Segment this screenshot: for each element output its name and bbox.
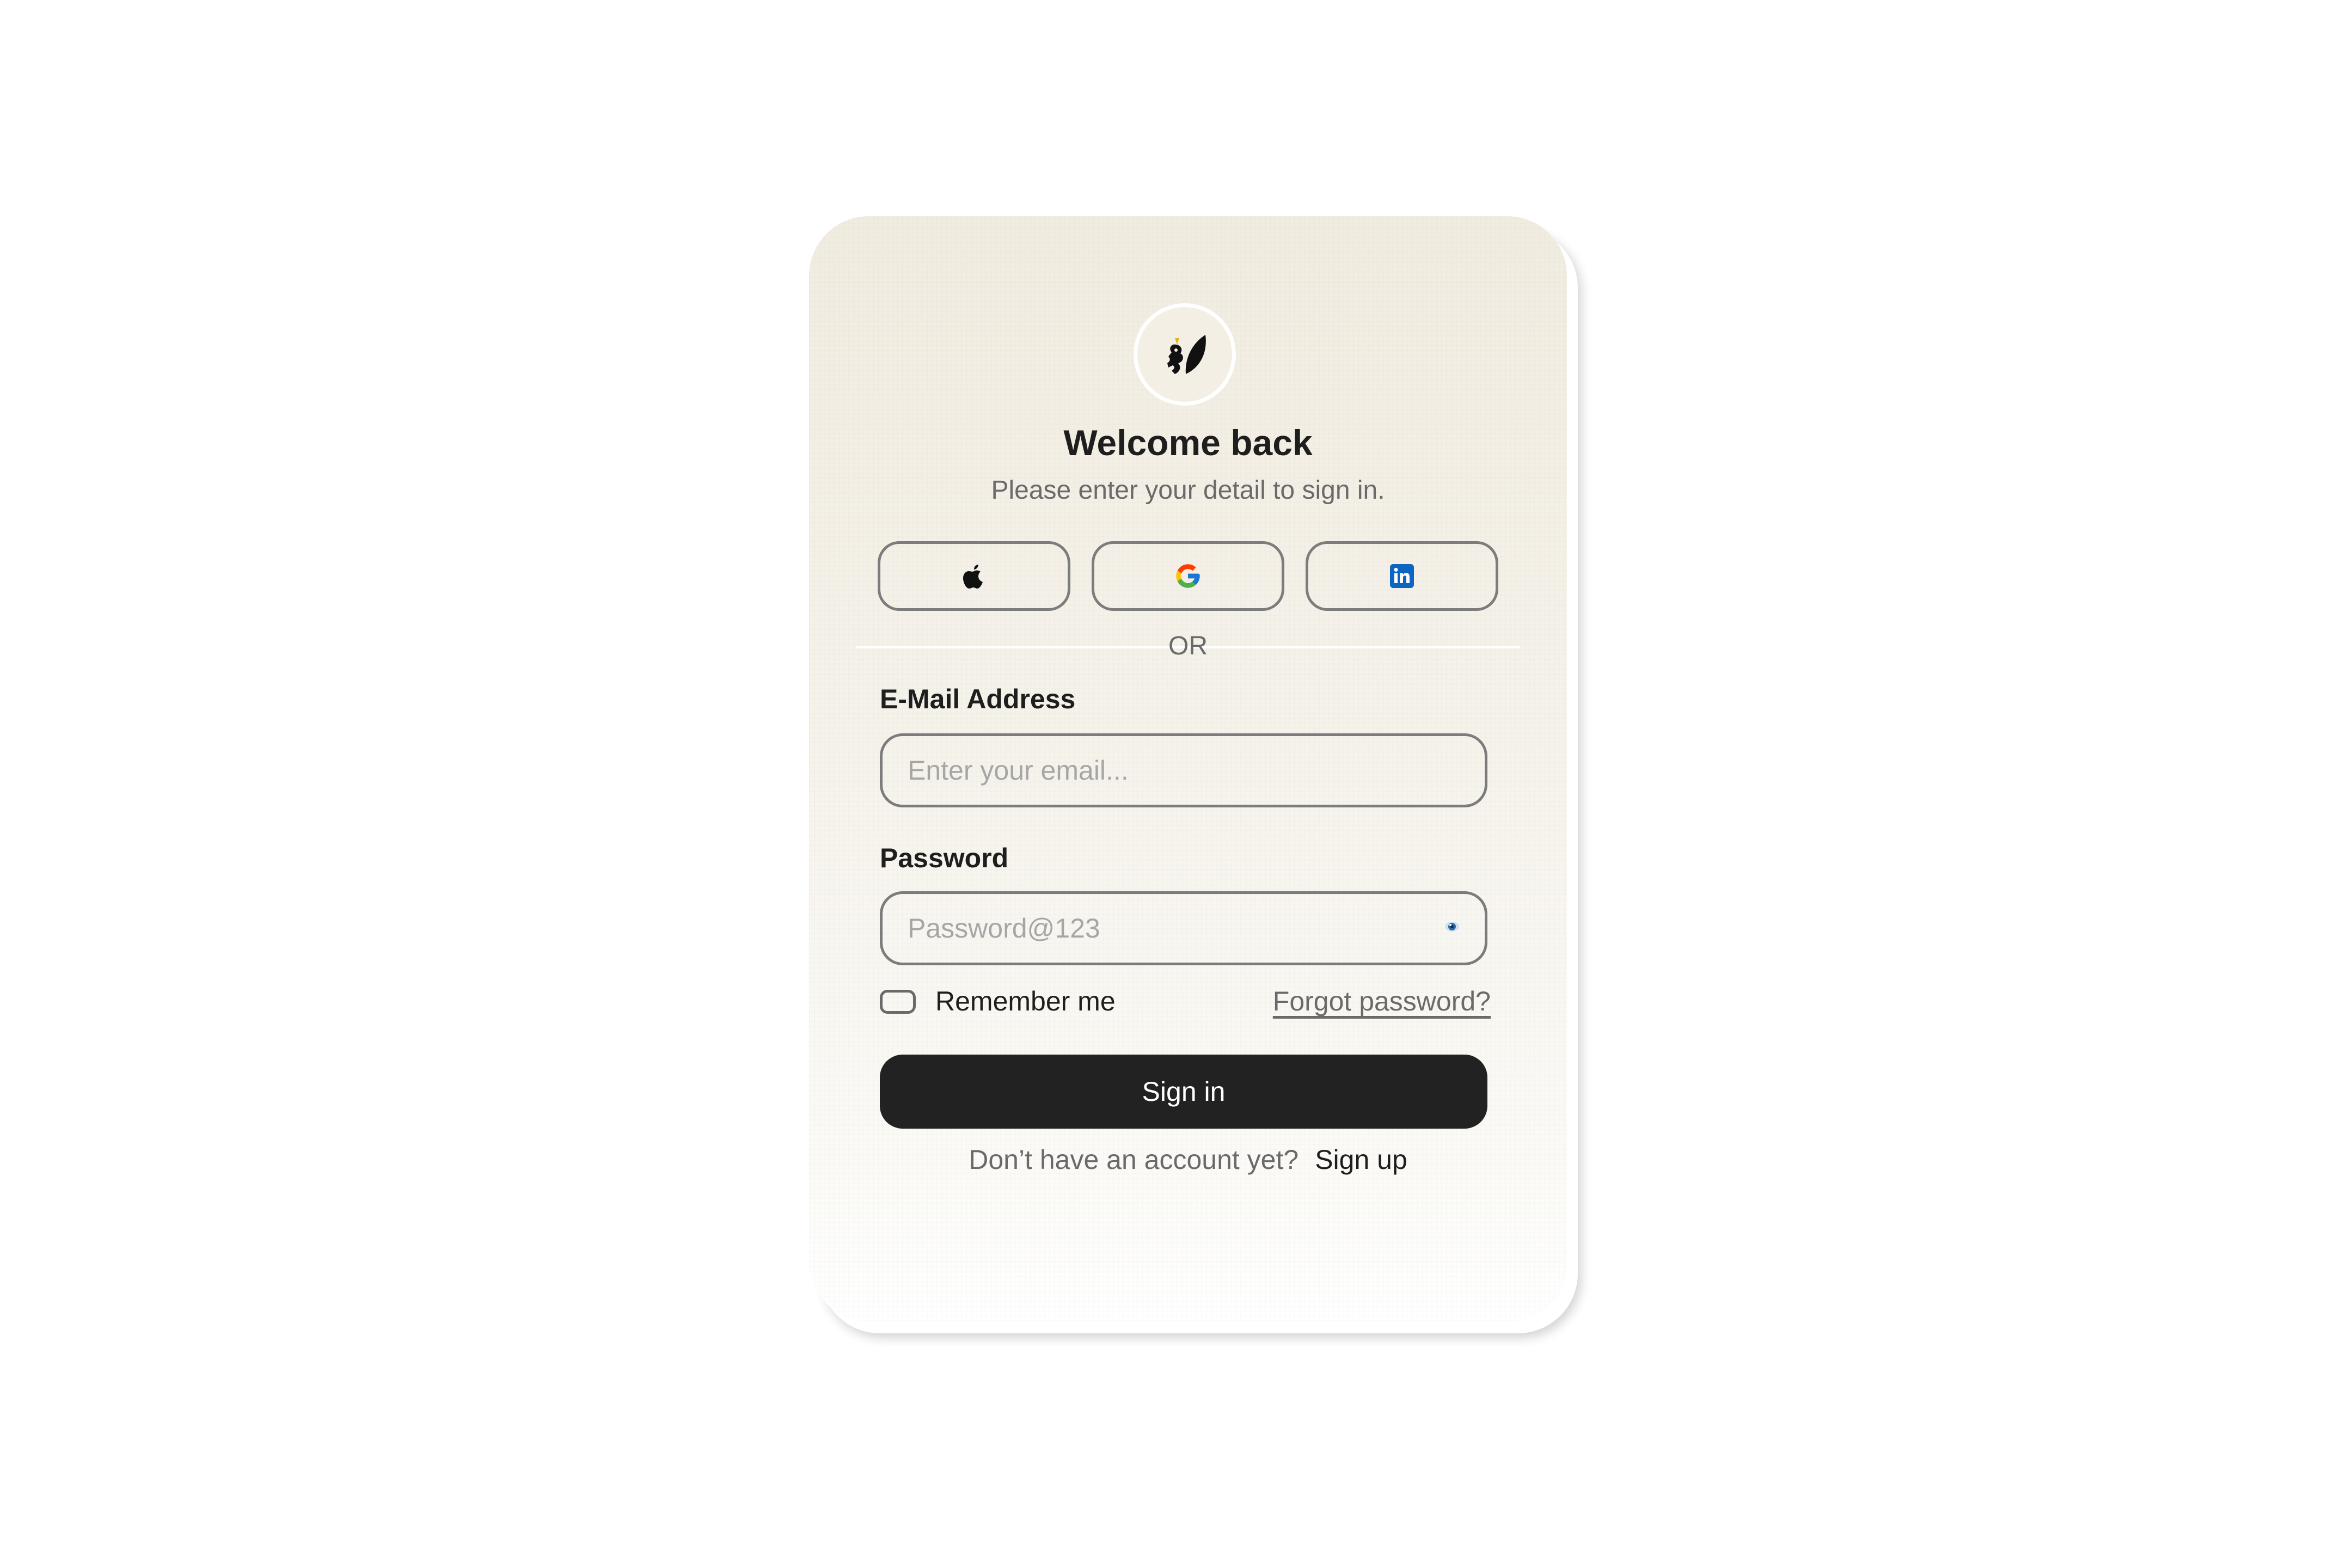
- page-subtitle: Please enter your detail to sign in.: [991, 476, 1385, 505]
- email-input[interactable]: [880, 733, 1487, 807]
- sign-in-button[interactable]: Sign in: [880, 1055, 1487, 1129]
- apple-icon: [963, 565, 983, 589]
- or-text: OR: [1168, 632, 1208, 660]
- brand-logo-icon: [1167, 335, 1206, 374]
- remember-me-label[interactable]: Remember me: [935, 985, 1116, 1017]
- sign-up-link[interactable]: Sign up: [1315, 1144, 1407, 1175]
- page-title: Welcome back: [1063, 422, 1313, 463]
- signup-prompt-text: Don’t have an account yet?: [969, 1144, 1299, 1175]
- signup-prompt: Don’t have an account yet? Sign up: [809, 1144, 1567, 1175]
- email-label: E-Mail Address: [880, 684, 1076, 714]
- remember-me-checkbox[interactable]: [880, 990, 916, 1014]
- password-label: Password: [880, 843, 1009, 873]
- or-divider: OR: [809, 631, 1567, 661]
- brand-logo: [1134, 303, 1236, 406]
- linkedin-sign-in-button[interactable]: [1306, 541, 1498, 611]
- google-icon: [1176, 564, 1200, 588]
- page: Welcome back Please enter your detail to…: [0, 0, 2352, 1568]
- sign-in-card: Welcome back Please enter your detail to…: [809, 216, 1567, 1321]
- eye-icon[interactable]: [1444, 918, 1460, 935]
- google-sign-in-button[interactable]: [1092, 541, 1284, 611]
- linkedin-icon: [1390, 564, 1414, 588]
- apple-sign-in-button[interactable]: [878, 541, 1070, 611]
- forgot-password-link[interactable]: Forgot password?: [1273, 985, 1491, 1017]
- password-input[interactable]: [880, 891, 1487, 965]
